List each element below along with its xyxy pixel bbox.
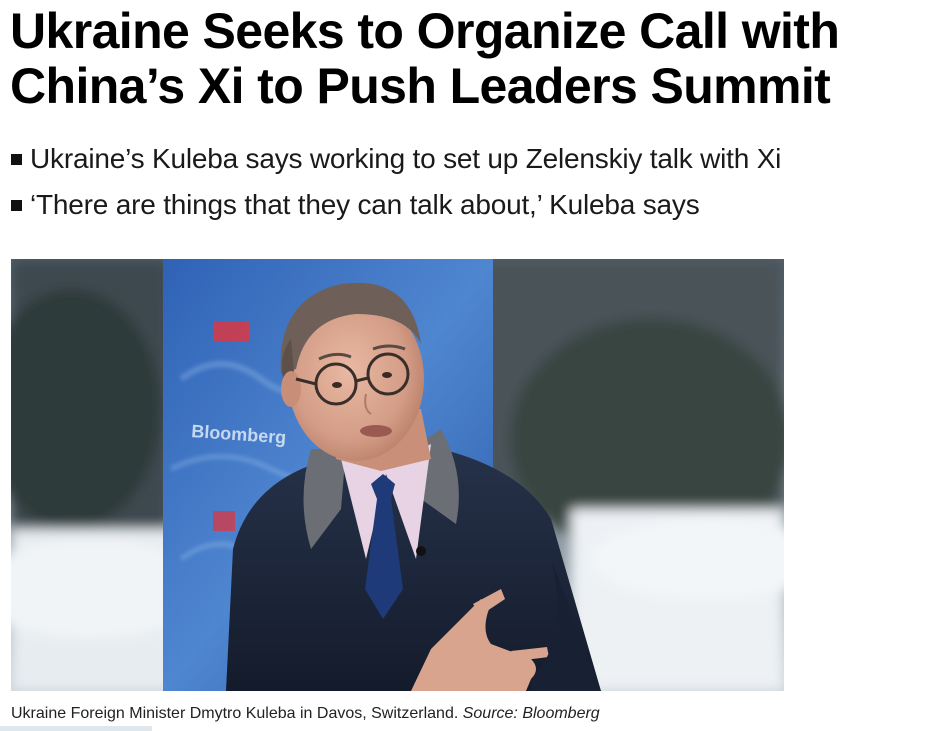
summary-bullet: Ukraine’s Kuleba says working to set up … — [11, 136, 781, 182]
article-photo: Bloomberg — [11, 259, 784, 691]
article-headline: Ukraine Seeks to Organize Call with Chin… — [10, 3, 840, 114]
bottom-strip — [0, 726, 152, 731]
photo-caption: Ukraine Foreign Minister Dmytro Kuleba i… — [11, 705, 600, 723]
summary-bullet-text: ‘There are things that they can talk abo… — [30, 189, 700, 220]
summary-bullets: Ukraine’s Kuleba says working to set up … — [11, 136, 781, 228]
caption-text: Ukraine Foreign Minister Dmytro Kuleba i… — [11, 705, 459, 722]
summary-bullet: ‘There are things that they can talk abo… — [11, 182, 781, 228]
photo-illustration: Bloomberg — [11, 259, 784, 691]
caption-source: Source: Bloomberg — [462, 705, 600, 722]
square-bullet-icon — [11, 199, 22, 211]
square-bullet-icon — [11, 153, 22, 165]
summary-bullet-text: Ukraine’s Kuleba says working to set up … — [30, 143, 782, 174]
